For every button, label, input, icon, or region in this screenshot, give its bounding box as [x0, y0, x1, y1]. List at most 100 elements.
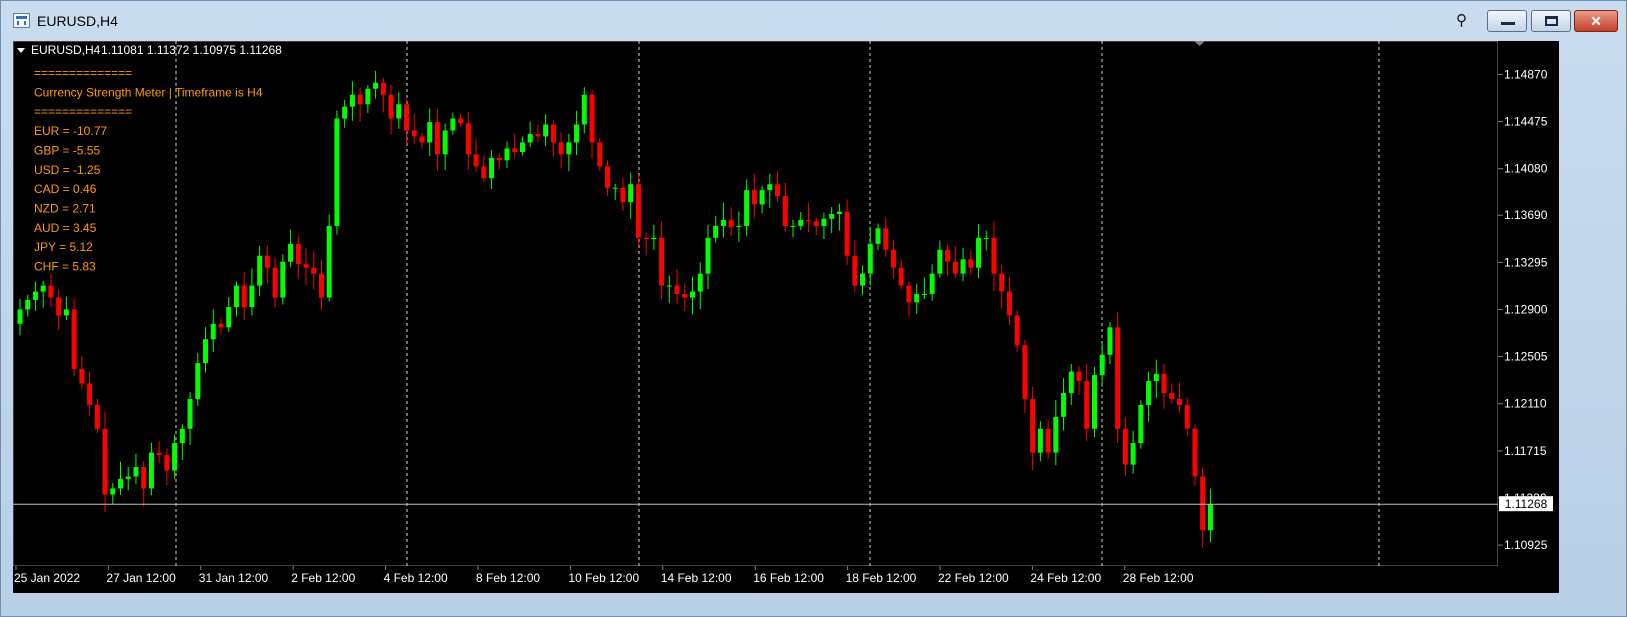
price-tick-label: 1.12110 — [1504, 397, 1547, 411]
candle-body — [1107, 327, 1113, 355]
time-tick-label: 16 Feb 12:00 — [753, 571, 824, 585]
current-price-label: 1.11268 — [1505, 497, 1548, 511]
candle-body — [1037, 428, 1043, 453]
candle-body — [17, 309, 23, 324]
candle-body — [720, 219, 726, 226]
candle-body — [628, 184, 634, 203]
candle-body — [906, 285, 912, 303]
candle-body — [813, 221, 819, 226]
candle-body — [141, 466, 147, 489]
candle-body — [829, 214, 835, 219]
candle-body — [751, 190, 757, 205]
time-tick-label: 24 Feb 12:00 — [1030, 571, 1101, 585]
candle-body — [682, 293, 688, 298]
candle-body — [450, 118, 456, 131]
candle-body — [25, 299, 31, 310]
candle-body — [612, 187, 618, 189]
candle-body — [156, 452, 162, 456]
candle-body — [102, 428, 108, 495]
price-tick-label: 1.13295 — [1504, 255, 1548, 269]
indicator-line: Currency Strength Meter | Timeframe is H… — [34, 85, 263, 99]
candle-body — [821, 218, 827, 226]
candle-body — [898, 267, 904, 286]
candle-body — [504, 148, 510, 161]
candle — [334, 110, 340, 235]
indicator-line: CAD = 0.46 — [34, 182, 97, 196]
time-tick-label: 4 Feb 12:00 — [384, 571, 448, 585]
candle-body — [1091, 375, 1097, 429]
candle-body — [264, 255, 270, 268]
candle-body — [1045, 428, 1051, 453]
price-tick-label: 1.14870 — [1504, 67, 1548, 81]
candle-body — [79, 369, 85, 384]
candle — [1138, 400, 1144, 449]
indicator-line: JPY = 5.12 — [34, 240, 93, 254]
indicator-line: USD = -1.25 — [34, 163, 101, 177]
time-tick-label: 27 Jan 12:00 — [106, 571, 176, 585]
indicator-line: EUR = -10.77 — [34, 124, 107, 138]
candle-body — [991, 237, 997, 274]
time-tick-label: 18 Feb 12:00 — [846, 571, 917, 585]
candle-body — [241, 285, 247, 308]
candle-body — [496, 157, 502, 161]
candle-body — [117, 478, 123, 489]
candle-body — [705, 237, 711, 274]
candle-body — [373, 82, 379, 89]
candle-body — [210, 323, 216, 340]
candle-body — [883, 228, 889, 250]
candle-body — [1014, 315, 1020, 346]
price-tick-label: 1.11715 — [1504, 444, 1547, 458]
candle-body — [249, 285, 255, 308]
candle-body — [945, 249, 951, 262]
title-bar[interactable]: EURUSD,H4 ⚲ — [1, 1, 1626, 39]
candle-body — [489, 157, 495, 179]
close-button[interactable] — [1574, 10, 1618, 32]
chart-header-ohlc: 1.11081 1.11372 1.10975 1.11268 — [101, 43, 282, 57]
candle-body — [1022, 345, 1028, 399]
time-tick-label: 14 Feb 12:00 — [661, 571, 732, 585]
indicator-line: AUD = 3.45 — [34, 221, 97, 235]
candle-body — [937, 249, 943, 274]
pin-icon[interactable]: ⚲ — [1456, 13, 1467, 29]
candle-body — [1200, 476, 1206, 531]
price-tick-label: 1.12505 — [1504, 350, 1548, 364]
window-title: EURUSD,H4 — [37, 13, 118, 29]
candle-body — [589, 94, 595, 143]
candle-body — [427, 122, 433, 143]
candle-body — [226, 307, 232, 328]
candle-body — [921, 293, 927, 295]
candle-body — [1068, 371, 1074, 393]
indicator-line: CHF = 5.83 — [34, 260, 96, 274]
candle-body — [659, 237, 665, 286]
candle-body — [218, 323, 224, 328]
candle-body — [844, 211, 850, 256]
candle-body — [133, 466, 139, 477]
candle-body — [1122, 428, 1128, 465]
candle-body — [852, 255, 858, 286]
candle-body — [798, 219, 804, 226]
candle-body — [1161, 373, 1167, 393]
candle-body — [867, 243, 873, 274]
candle-body — [952, 261, 958, 274]
candle-body — [1153, 373, 1159, 382]
chart-header-symbol: EURUSD,H4 — [31, 43, 101, 57]
price-chart[interactable]: 1.14870 1.14475 1.14080 1.13690 1.13295 1.129… — [13, 41, 1559, 593]
candle-body — [233, 285, 239, 308]
candle-body — [326, 225, 332, 298]
candle-body — [94, 404, 100, 429]
indicator-line: ============== — [34, 66, 132, 80]
candle-body — [288, 243, 294, 262]
maximize-button[interactable] — [1531, 10, 1571, 32]
candle-body — [775, 184, 781, 197]
minimize-button[interactable] — [1487, 10, 1527, 32]
candle-body — [960, 259, 966, 274]
candle-body — [604, 166, 610, 188]
candle-body — [465, 123, 471, 155]
candle-body — [195, 363, 201, 399]
candle-body — [172, 443, 178, 471]
indicator-line: NZD = 2.71 — [34, 201, 96, 215]
time-tick-label: 31 Jan 12:00 — [199, 571, 269, 585]
candle-body — [597, 142, 603, 167]
candle-body — [968, 259, 974, 268]
candle-body — [365, 88, 371, 105]
